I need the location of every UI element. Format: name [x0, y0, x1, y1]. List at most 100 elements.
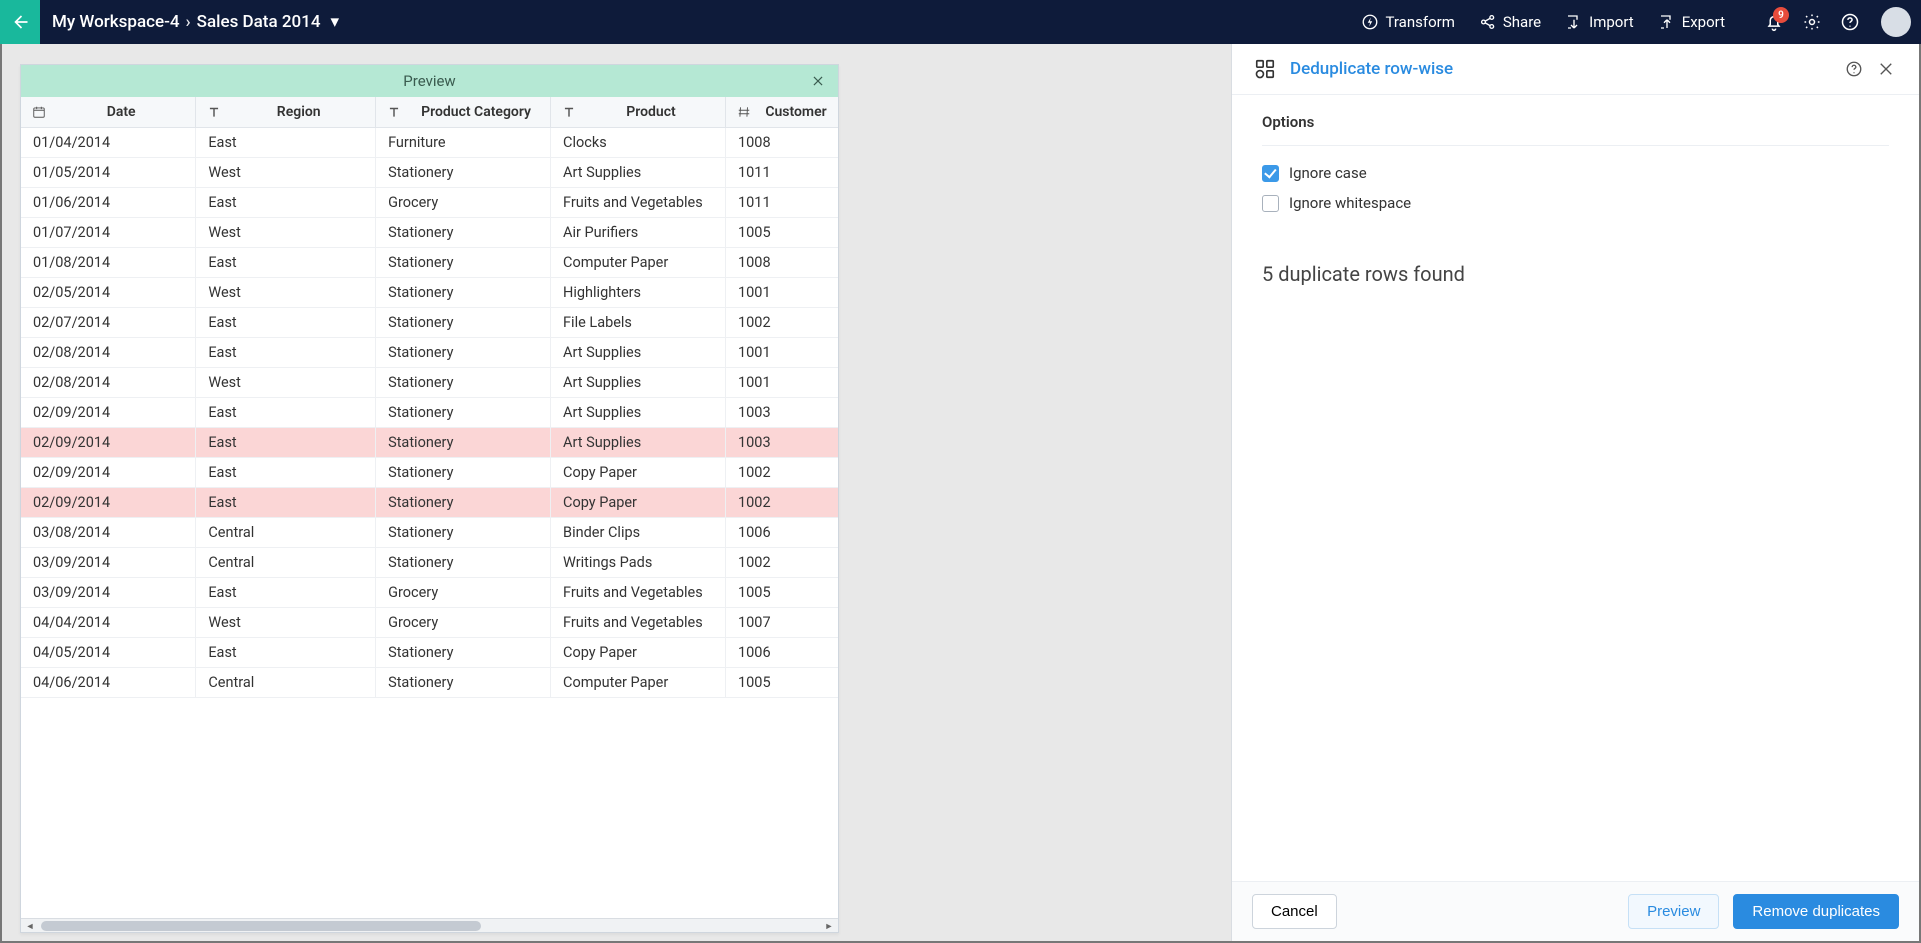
table-row[interactable]: 03/09/2014EastGroceryFruits and Vegetabl… [21, 578, 838, 608]
chevron-right-icon: › [186, 12, 191, 32]
main-area: Preview DateRegionProduct CategoryProduc… [0, 44, 1921, 943]
breadcrumb-workspace[interactable]: My Workspace-4 [52, 12, 180, 32]
cell-category: Stationery [376, 668, 551, 698]
cell-product: Highlighters [551, 278, 726, 308]
close-icon [1877, 60, 1895, 78]
cell-category: Stationery [376, 158, 551, 188]
cell-product: Art Supplies [551, 428, 726, 458]
cell-product: Art Supplies [551, 158, 726, 188]
column-header-customer[interactable]: Customer [726, 97, 839, 128]
table-row[interactable]: 02/09/2014EastStationeryCopy Paper1002 [21, 488, 838, 518]
cell-customer: 1006 [726, 638, 839, 668]
cell-date: 03/08/2014 [21, 518, 196, 548]
table-row[interactable]: 01/08/2014EastStationeryComputer Paper10… [21, 248, 838, 278]
divider [1262, 145, 1889, 146]
cell-product: Writings Pads [551, 548, 726, 578]
table-row[interactable]: 03/08/2014CentralStationeryBinder Clips1… [21, 518, 838, 548]
cell-region: East [196, 248, 376, 278]
help-button[interactable] [1833, 5, 1867, 39]
table-row[interactable]: 02/05/2014WestStationeryHighlighters1001 [21, 278, 838, 308]
cell-region: East [196, 188, 376, 218]
avatar[interactable] [1881, 7, 1911, 37]
ignore-case-checkbox[interactable]: Ignore case [1262, 164, 1889, 182]
preview-close-button[interactable] [806, 69, 830, 93]
cancel-button[interactable]: Cancel [1252, 894, 1337, 929]
help-icon [1840, 12, 1860, 32]
breadcrumb-dataset[interactable]: Sales Data 2014 [197, 12, 321, 32]
column-header-date[interactable]: Date [21, 97, 196, 128]
cell-category: Stationery [376, 428, 551, 458]
table-row[interactable]: 01/04/2014EastFurnitureClocks1008 [21, 128, 838, 158]
cell-region: East [196, 398, 376, 428]
cell-customer: 1005 [726, 668, 839, 698]
cell-date: 02/09/2014 [21, 458, 196, 488]
cell-customer: 1008 [726, 248, 839, 278]
table-row[interactable]: 02/09/2014EastStationeryCopy Paper1002 [21, 458, 838, 488]
cell-product: Binder Clips [551, 518, 726, 548]
scroll-right-icon[interactable]: ► [822, 919, 836, 933]
panel-help-button[interactable] [1843, 58, 1865, 80]
table-row[interactable]: 03/09/2014CentralStationeryWritings Pads… [21, 548, 838, 578]
cell-customer: 1006 [726, 518, 839, 548]
table-row[interactable]: 04/04/2014WestGroceryFruits and Vegetabl… [21, 608, 838, 638]
share-button[interactable]: Share [1469, 7, 1551, 37]
cell-product: Copy Paper [551, 638, 726, 668]
table-row[interactable]: 02/08/2014EastStationeryArt Supplies1001 [21, 338, 838, 368]
cell-category: Stationery [376, 218, 551, 248]
import-button[interactable]: Import [1555, 7, 1644, 37]
cell-region: East [196, 488, 376, 518]
cell-region: West [196, 218, 376, 248]
table-row[interactable]: 01/06/2014EastGroceryFruits and Vegetabl… [21, 188, 838, 218]
help-icon [1845, 60, 1863, 78]
ignore-whitespace-checkbox[interactable]: Ignore whitespace [1262, 194, 1889, 212]
preview-table: DateRegionProduct CategoryProductCustome… [21, 97, 838, 698]
caret-down-icon[interactable]: ▾ [331, 12, 340, 32]
cell-date: 02/05/2014 [21, 278, 196, 308]
transform-button[interactable]: Transform [1351, 7, 1464, 37]
cell-date: 02/08/2014 [21, 338, 196, 368]
cell-date: 02/09/2014 [21, 398, 196, 428]
table-row[interactable]: 02/09/2014EastStationeryArt Supplies1003 [21, 428, 838, 458]
cell-product: Fruits and Vegetables [551, 188, 726, 218]
horizontal-scrollbar[interactable]: ◄ ► [21, 918, 838, 932]
table-row[interactable]: 04/06/2014CentralStationeryComputer Pape… [21, 668, 838, 698]
cell-date: 03/09/2014 [21, 548, 196, 578]
cell-category: Grocery [376, 608, 551, 638]
preview-title: Preview [403, 72, 455, 90]
cell-customer: 1003 [726, 398, 839, 428]
table-row[interactable]: 02/08/2014WestStationeryArt Supplies1001 [21, 368, 838, 398]
table-row[interactable]: 02/09/2014EastStationeryArt Supplies1003 [21, 398, 838, 428]
cell-customer: 1005 [726, 578, 839, 608]
table-row[interactable]: 01/05/2014WestStationeryArt Supplies1011 [21, 158, 838, 188]
table-row[interactable]: 04/05/2014EastStationeryCopy Paper1006 [21, 638, 838, 668]
column-header-region[interactable]: Region [196, 97, 376, 128]
scroll-left-icon[interactable]: ◄ [23, 919, 37, 933]
cell-customer: 1003 [726, 428, 839, 458]
notifications-button[interactable]: 9 [1757, 5, 1791, 39]
breadcrumb: My Workspace-4 › Sales Data 2014 ▾ [52, 12, 339, 32]
table-row[interactable]: 01/07/2014WestStationeryAir Purifiers100… [21, 218, 838, 248]
back-button[interactable] [0, 0, 40, 44]
table-row[interactable]: 02/07/2014EastStationeryFile Labels1002 [21, 308, 838, 338]
cell-customer: 1007 [726, 608, 839, 638]
settings-button[interactable] [1795, 5, 1829, 39]
cell-product: Copy Paper [551, 458, 726, 488]
column-header-category[interactable]: Product Category [376, 97, 551, 128]
remove-duplicates-button[interactable]: Remove duplicates [1733, 894, 1899, 929]
cell-product: Computer Paper [551, 248, 726, 278]
cell-product: Clocks [551, 128, 726, 158]
panel-close-button[interactable] [1875, 58, 1897, 80]
cell-category: Furniture [376, 128, 551, 158]
preview-button[interactable]: Preview [1628, 894, 1719, 929]
preview-header: Preview [21, 65, 838, 97]
scrollbar-thumb[interactable] [41, 921, 481, 931]
cell-customer: 1002 [726, 548, 839, 578]
cell-date: 02/07/2014 [21, 308, 196, 338]
export-button[interactable]: Export [1648, 7, 1735, 37]
cell-category: Stationery [376, 248, 551, 278]
preview-table-scroll[interactable]: DateRegionProduct CategoryProductCustome… [21, 97, 838, 918]
import-icon [1565, 13, 1583, 31]
cell-product: Air Purifiers [551, 218, 726, 248]
column-header-product[interactable]: Product [551, 97, 726, 128]
cell-customer: 1011 [726, 188, 839, 218]
